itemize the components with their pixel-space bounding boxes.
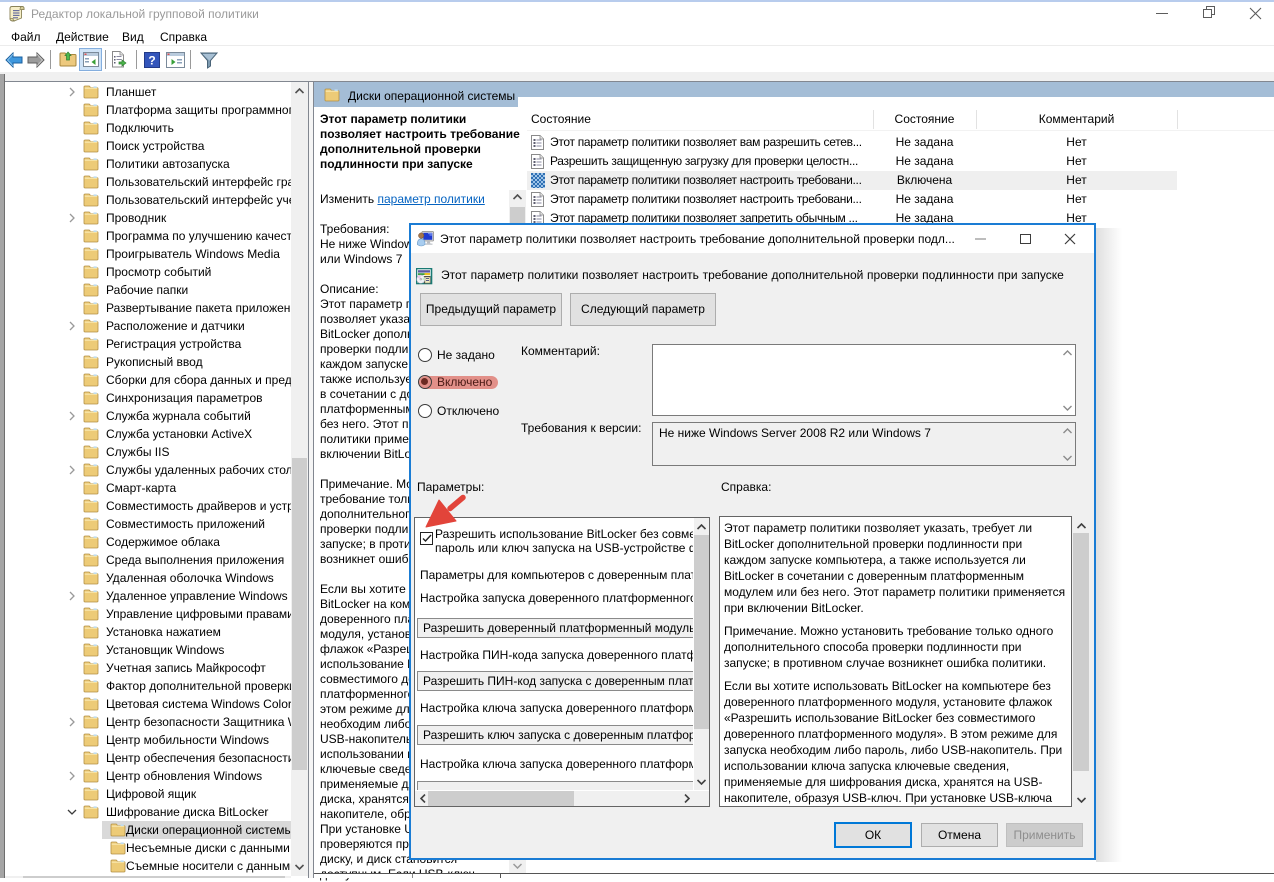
svg-text:?: ? bbox=[148, 54, 155, 68]
